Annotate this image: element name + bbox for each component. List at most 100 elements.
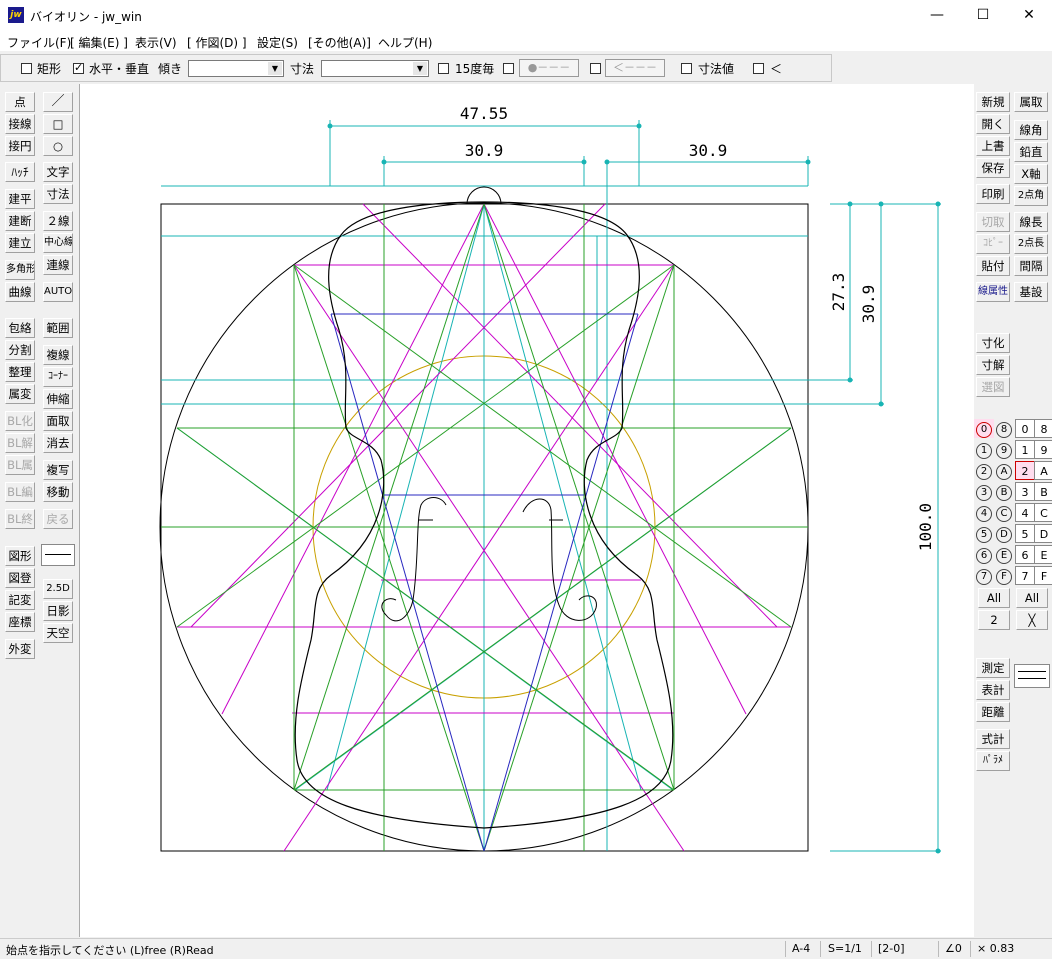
layer-0[interactable]: 0: [1015, 419, 1035, 438]
pattern1-checkbox[interactable]: [503, 63, 514, 74]
layer-2-active[interactable]: 2: [1015, 461, 1035, 480]
layer-4[interactable]: 4: [1015, 503, 1035, 522]
layer-group-2[interactable]: 2: [974, 461, 994, 480]
chevron-down-icon[interactable]: ▼: [413, 62, 427, 75]
layer-group-8[interactable]: 8: [994, 419, 1014, 438]
maximize-button[interactable]: ☐: [960, 0, 1006, 31]
menu-settings[interactable]: 設定(S): [257, 34, 298, 51]
tool-line-length[interactable]: 線長: [1014, 212, 1048, 232]
tool-x-axis[interactable]: X軸: [1014, 164, 1048, 184]
tool-cleanup[interactable]: 整理: [5, 362, 35, 382]
angle-indicator[interactable]: ∠0: [945, 942, 962, 955]
tool-elevation[interactable]: 建立: [5, 233, 35, 253]
tool-2pt-length[interactable]: 2点長: [1014, 234, 1048, 254]
zoom-indicator[interactable]: × 0.83: [977, 942, 1014, 955]
tool-external[interactable]: 外変: [5, 639, 35, 659]
angle-combo[interactable]: ▼: [188, 60, 284, 77]
tool-continuous-line[interactable]: 連線: [43, 255, 73, 275]
tool-extend[interactable]: 伸縮: [43, 389, 73, 409]
tool-attr-change[interactable]: 属変: [5, 384, 35, 404]
tool-2pt-angle[interactable]: 2点角: [1014, 186, 1048, 206]
tool-line[interactable]: ／: [43, 92, 73, 112]
tool-dimension[interactable]: 寸法: [43, 184, 73, 204]
tool-tangent-circle[interactable]: 接円: [5, 136, 35, 156]
menu-help[interactable]: ヘルプ(H): [378, 34, 432, 51]
layer-group-a[interactable]: A: [994, 461, 1014, 480]
tool-range[interactable]: 範囲: [43, 318, 73, 338]
layer-indicator[interactable]: [2-0]: [878, 942, 905, 955]
layer-7[interactable]: 7: [1015, 566, 1035, 585]
tool-print[interactable]: 印刷: [976, 184, 1010, 204]
tool-new[interactable]: 新規: [976, 92, 1010, 112]
layer-group-e[interactable]: E: [994, 545, 1014, 564]
layer-f[interactable]: F: [1034, 566, 1052, 585]
tool-erase[interactable]: 消去: [43, 433, 73, 453]
tool-offset[interactable]: 複線: [43, 345, 73, 365]
scale-value[interactable]: S=1/1: [828, 942, 862, 955]
group-2-button[interactable]: 2: [978, 610, 1010, 630]
tool-line-attr[interactable]: 線属性: [976, 282, 1010, 302]
tool-select-figure[interactable]: 選図: [976, 377, 1010, 397]
tool-overwrite[interactable]: 上書: [976, 136, 1010, 156]
lt-checkbox[interactable]: [753, 63, 764, 74]
pattern1-button[interactable]: ●－－－: [519, 59, 579, 77]
tool-paste[interactable]: 貼付: [976, 256, 1010, 276]
tool-dim-make[interactable]: 寸化: [976, 333, 1010, 353]
tool-hatch[interactable]: ﾊｯﾁ: [5, 162, 35, 182]
layer-group-9[interactable]: 9: [994, 440, 1014, 459]
tool-text[interactable]: 文字: [43, 162, 73, 182]
chevron-down-icon[interactable]: ▼: [268, 62, 282, 75]
pattern2-checkbox[interactable]: [590, 63, 601, 74]
layer-3[interactable]: 3: [1015, 482, 1035, 501]
menu-edit[interactable]: [ 編集(E) ]: [70, 34, 128, 51]
tool-open[interactable]: 開く: [976, 114, 1010, 134]
tool-polygon[interactable]: 多角形: [5, 260, 35, 280]
tool-auto[interactable]: AUTO: [43, 282, 73, 302]
layer-group-3[interactable]: 3: [974, 482, 994, 501]
hv-checkbox[interactable]: [73, 61, 84, 74]
tool-undo[interactable]: 戻る: [43, 509, 73, 529]
layer-e[interactable]: E: [1034, 545, 1052, 564]
tool-bl-release[interactable]: BL解: [5, 433, 35, 453]
tool-figure[interactable]: 図形: [5, 546, 35, 566]
group-all-button[interactable]: All: [978, 588, 1010, 608]
layer-9[interactable]: 9: [1034, 440, 1052, 459]
tool-formula[interactable]: 式計: [976, 729, 1010, 749]
tool-sky[interactable]: 天空: [43, 623, 73, 643]
menu-file[interactable]: ファイル(F): [7, 34, 71, 51]
tool-spacing[interactable]: 間隔: [1014, 256, 1048, 276]
layer-5[interactable]: 5: [1015, 524, 1035, 543]
tool-curve[interactable]: 曲線: [5, 282, 35, 302]
tool-chamfer[interactable]: 面取: [43, 411, 73, 431]
layer-cross-button[interactable]: ╳: [1016, 610, 1048, 630]
layer-group-d[interactable]: D: [994, 524, 1014, 543]
layer-group-f[interactable]: F: [994, 566, 1014, 585]
tool-vertical[interactable]: 鉛直: [1014, 142, 1048, 162]
tool-2-5d[interactable]: 2.5D: [43, 579, 73, 599]
close-button[interactable]: ✕: [1006, 0, 1052, 31]
layer-group-c[interactable]: C: [994, 503, 1014, 522]
tool-divide[interactable]: 分割: [5, 340, 35, 360]
tool-corner[interactable]: ｺｰﾅｰ: [43, 367, 73, 387]
layer-group-0[interactable]: 0: [974, 419, 994, 438]
layer-group-b[interactable]: B: [994, 482, 1014, 501]
tool-plan[interactable]: 建平: [5, 189, 35, 209]
rect-checkbox[interactable]: [21, 63, 32, 74]
tool-bl-end[interactable]: BL終: [5, 509, 35, 529]
tool-cut[interactable]: 切取: [976, 212, 1010, 232]
tool-bl-edit[interactable]: BL編: [5, 482, 35, 502]
tool-section[interactable]: 建断: [5, 211, 35, 231]
tool-line-angle[interactable]: 線角: [1014, 120, 1048, 140]
layer-1[interactable]: 1: [1015, 440, 1035, 459]
layer-b[interactable]: B: [1034, 482, 1052, 501]
tool-save[interactable]: 保存: [976, 158, 1010, 178]
layer-6[interactable]: 6: [1015, 545, 1035, 564]
tool-point[interactable]: 点: [5, 92, 35, 112]
layer-c[interactable]: C: [1034, 503, 1052, 522]
layer-group-7[interactable]: 7: [974, 566, 994, 585]
tool-parameter[interactable]: ﾊﾟﾗﾒ: [976, 751, 1010, 771]
menu-draw[interactable]: [ 作図(D) ]: [187, 34, 247, 51]
deg15-checkbox[interactable]: [438, 63, 449, 74]
tool-get-attr[interactable]: 属取: [1014, 92, 1048, 112]
tool-table-calc[interactable]: 表計: [976, 680, 1010, 700]
